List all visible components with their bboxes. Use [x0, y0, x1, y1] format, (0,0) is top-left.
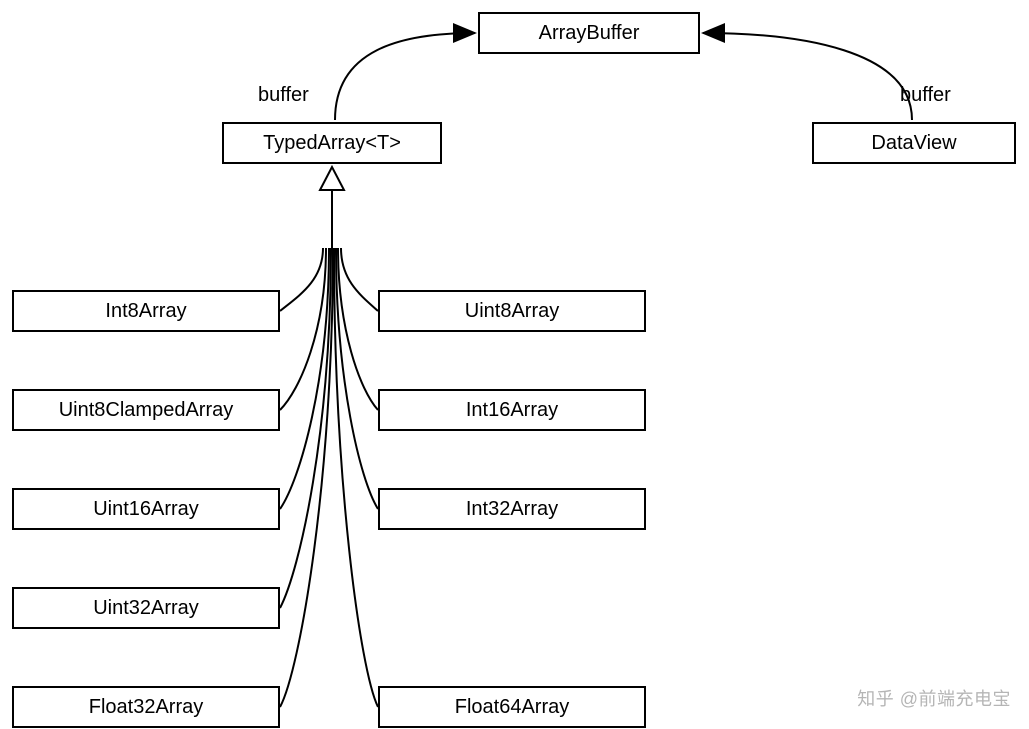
node-subclass: Float32Array — [12, 686, 280, 728]
node-label: Uint32Array — [93, 597, 199, 620]
node-label: DataView — [871, 132, 956, 155]
node-subclass: Uint32Array — [12, 587, 280, 629]
node-subclass: Uint16Array — [12, 488, 280, 530]
node-label: Int8Array — [105, 300, 186, 323]
node-subclass: Int8Array — [12, 290, 280, 332]
node-subclass: Uint8Array — [378, 290, 646, 332]
node-label: TypedArray<T> — [263, 132, 401, 155]
node-subclass: Float64Array — [378, 686, 646, 728]
node-label: Uint8ClampedArray — [59, 399, 234, 422]
node-subclass: Uint8ClampedArray — [12, 389, 280, 431]
edge-label-left: buffer — [258, 84, 309, 107]
node-label: Uint8Array — [465, 300, 559, 323]
node-typedarray: TypedArray<T> — [222, 122, 442, 164]
watermark: 知乎 @前端充电宝 — [857, 685, 1011, 711]
node-subclass: Int16Array — [378, 389, 646, 431]
node-label: Int16Array — [466, 399, 558, 422]
node-arraybuffer: ArrayBuffer — [478, 12, 700, 54]
edge-label-right: buffer — [900, 84, 951, 107]
node-label: Float32Array — [89, 696, 204, 719]
node-subclass: Int32Array — [378, 488, 646, 530]
node-label: ArrayBuffer — [539, 22, 640, 45]
node-label: Uint16Array — [93, 498, 199, 521]
node-dataview: DataView — [812, 122, 1016, 164]
node-label: Int32Array — [466, 498, 558, 521]
node-label: Float64Array — [455, 696, 570, 719]
